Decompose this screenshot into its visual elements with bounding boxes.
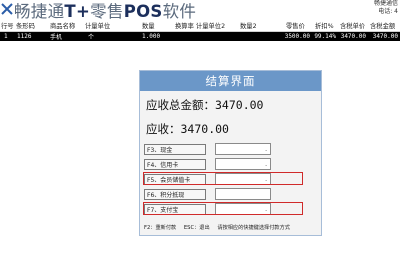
total-amount-value: 3470.00 xyxy=(215,98,264,112)
col-header-product-name: 商品名称 xyxy=(50,23,76,30)
cell-quantity: 1.000 xyxy=(142,33,161,40)
col-header-unit-price-tax: 含税单价 xyxy=(340,23,366,30)
payment-input-alipay[interactable]: . xyxy=(215,203,271,215)
amount-due-value: 3470.00 xyxy=(180,122,229,136)
title-bar: 畅捷通T+零售POS软件 畅捷通信 电话: 4 xyxy=(0,0,400,21)
payment-label-points[interactable]: F6、积分抵现 xyxy=(144,189,206,200)
col-header-line-no: 行号 xyxy=(1,23,14,30)
dialog-title: 结算界面 xyxy=(140,71,321,91)
cell-discount: 99.14% xyxy=(314,33,336,40)
payment-input-member-card[interactable]: . xyxy=(215,173,271,185)
payment-input-points[interactable] xyxy=(215,188,271,200)
shortcut-hints: F2：重新付款 ESC：退出 请按相应的快捷键选择付款方式 xyxy=(144,224,296,231)
col-header-unit: 计量单位 xyxy=(85,23,111,30)
col-header-quantity2: 数量2 xyxy=(240,23,257,30)
cell-retail-price: 3500.00 xyxy=(284,33,310,40)
cell-barcode: 1126 xyxy=(17,33,32,40)
col-header-quantity: 数量 xyxy=(142,23,155,30)
amount-due: 应收：3470.00 xyxy=(146,121,229,137)
cell-unit-price-tax: 3470.00 xyxy=(340,33,366,40)
app-title: 畅捷通T+零售POS软件 xyxy=(14,2,197,21)
cell-amount-tax: 3470.00 xyxy=(372,33,398,40)
total-amount-label: 应收总金额： xyxy=(146,98,215,112)
payment-label-cash[interactable]: F3、现金 xyxy=(144,144,206,155)
brand-info: 畅捷通信 电话: 4 xyxy=(373,0,398,15)
payment-label-credit-card[interactable]: F4、信用卡 xyxy=(144,159,206,170)
payment-input-cash[interactable]: . xyxy=(215,143,271,155)
hint-instruction: 请按相应的快捷键选择付款方式 xyxy=(217,225,290,231)
cell-unit: 个 xyxy=(88,34,95,41)
col-header-discount: 折扣% xyxy=(315,23,334,30)
payment-label-member-card[interactable]: F5、会员储值卡 xyxy=(144,174,206,185)
grid-header: 行号 条形码 商品名称 计量单位 数量 换算率 计量单位2 数量2 零售价 折扣… xyxy=(0,20,400,32)
hint-reset-payment: F2：重新付款 xyxy=(144,225,177,231)
amount-due-label: 应收： xyxy=(146,122,181,136)
payment-label-alipay[interactable]: F7、支付宝 xyxy=(144,204,206,215)
app-logo-icon xyxy=(0,1,13,17)
col-header-conversion-unit2: 换算率 计量单位2 xyxy=(175,23,226,30)
col-header-barcode: 条形码 xyxy=(16,23,35,30)
table-row[interactable]: 1 1126 手机 个 1.000 3500.00 99.14% 3470.00… xyxy=(0,32,400,41)
total-amount: 应收总金额：3470.00 xyxy=(146,97,263,113)
hint-exit: ESC：退出 xyxy=(183,225,210,231)
cell-line-no: 1 xyxy=(4,33,8,40)
payment-input-credit-card[interactable]: . xyxy=(215,158,271,170)
col-header-retail-price: 零售价 xyxy=(286,23,305,30)
settlement-dialog: 结算界面 应收总金额：3470.00 应收：3470.00 F3、现金 . F4… xyxy=(139,70,322,236)
cell-product-name: 手机 xyxy=(50,34,63,41)
col-header-amount-tax: 含税金额 xyxy=(370,23,396,30)
